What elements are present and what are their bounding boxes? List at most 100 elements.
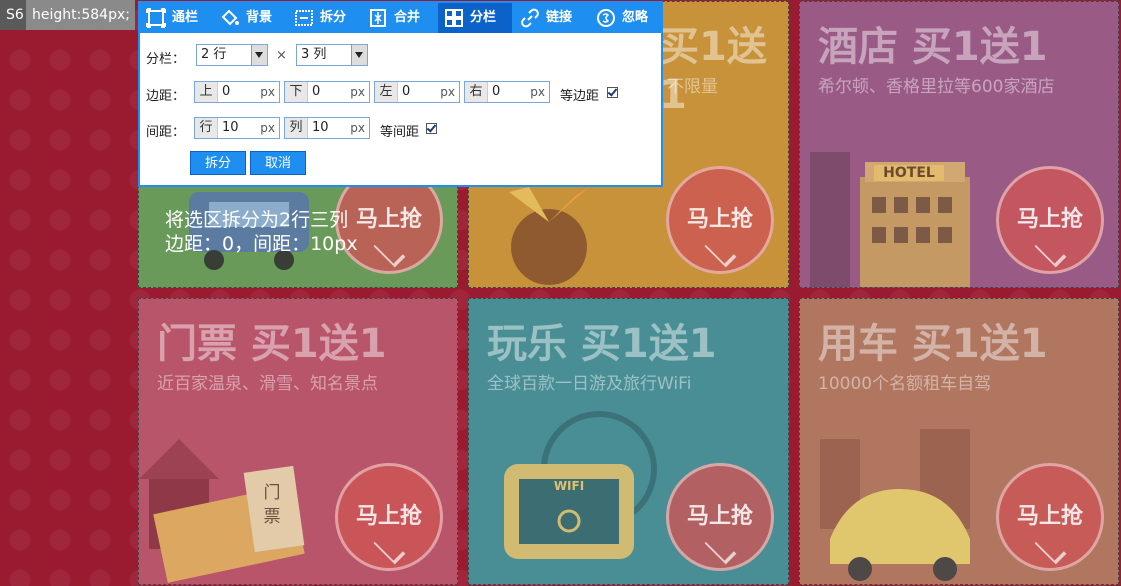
input-value: 10 xyxy=(222,120,239,135)
input-unit: px xyxy=(350,121,365,135)
input-prefix: 上 xyxy=(195,82,218,102)
chevron-down-icon xyxy=(251,45,267,65)
grab-now-button[interactable]: 马上抢 xyxy=(335,463,443,571)
spacing-label: 间距： xyxy=(146,125,186,140)
panel-subtitle: 10000个名额租车自驾 xyxy=(818,374,992,394)
promo-panel-4[interactable]: 玩乐 买1送1 全球百款一日游及旅行WiFi WIFI 马上抢 xyxy=(468,298,789,585)
toolbar-columns-button[interactable]: 分栏 xyxy=(438,3,512,33)
equal-margin-label: 等边距 xyxy=(560,89,600,104)
input-unit: px xyxy=(530,85,545,99)
chevron-down-icon xyxy=(373,532,405,565)
times-sign: × xyxy=(276,48,287,63)
caption-line-2: 边距：0，间距：10px xyxy=(165,233,358,255)
chevron-down-icon xyxy=(351,45,367,65)
link-icon xyxy=(521,8,539,28)
cols-select[interactable]: 3 列 xyxy=(296,44,368,66)
grab-now-button[interactable]: 马上抢 xyxy=(996,166,1104,274)
grid-icon xyxy=(445,9,463,27)
equal-spacing-checkbox[interactable] xyxy=(426,123,437,134)
panel-subtitle: 希尔顿、香格里拉等600家酒店 xyxy=(818,77,1055,97)
toolbar-ignore-button[interactable]: 忽略 xyxy=(590,3,661,33)
selector-badge: S6 xyxy=(0,0,26,30)
cols-select-value: 3 列 xyxy=(301,47,327,62)
toolbar-label: 分栏 xyxy=(470,10,497,25)
equal-margin-checkbox[interactable] xyxy=(607,87,618,98)
panel-subtitle: 不限量 xyxy=(667,77,718,97)
rows-select[interactable]: 2 行 xyxy=(196,44,268,66)
toolbar-label: 忽略 xyxy=(622,10,649,25)
coconut-drink-icon xyxy=(509,187,589,285)
equal-spacing-label: 等间距 xyxy=(380,125,420,140)
toolbar-full-width-button[interactable]: 通栏 xyxy=(140,3,212,33)
input-prefix: 左 xyxy=(375,82,398,102)
panel-title: 玩乐 买1送1 xyxy=(487,321,717,367)
input-prefix: 列 xyxy=(285,118,308,138)
panel-subtitle: 近百家温泉、滑雪、知名景点 xyxy=(157,374,378,394)
margin-bottom-input[interactable]: 下 0 px xyxy=(284,81,370,103)
cta-label: 马上抢 xyxy=(355,504,422,529)
cta-label: 马上抢 xyxy=(686,504,753,529)
input-value: 0 xyxy=(402,84,411,99)
toolbar-label: 合并 xyxy=(394,10,421,25)
rental-car-icon xyxy=(820,429,970,581)
ticket-illustration-icon xyxy=(139,439,305,583)
toolbar-background-button[interactable]: 背景 xyxy=(214,3,286,33)
margin-left-input[interactable]: 左 0 px xyxy=(374,81,460,103)
panel-title: 买1送1 xyxy=(659,24,767,118)
editor-toolbar: 通栏 背景 拆分 合并 分栏 链接 忽略 xyxy=(140,3,661,33)
col-spacing-input[interactable]: 列 10 px xyxy=(284,117,370,139)
panel-subtitle: 全球百款一日游及旅行WiFi xyxy=(487,374,692,394)
grab-now-button[interactable]: 马上抢 xyxy=(996,463,1104,571)
input-prefix: 行 xyxy=(195,118,218,138)
margin-top-input[interactable]: 上 0 px xyxy=(194,81,280,103)
input-unit: px xyxy=(260,121,275,135)
paint-bucket-icon xyxy=(221,9,239,26)
style-badge: height:584px; xyxy=(26,0,135,30)
input-value: 0 xyxy=(222,84,231,99)
chevron-down-icon xyxy=(704,235,736,268)
toolbar-link-button[interactable]: 链接 xyxy=(514,3,588,33)
columns-label: 分栏： xyxy=(146,52,186,67)
chevron-down-icon xyxy=(373,235,405,268)
panel-title: 门票 买1送1 xyxy=(157,321,387,367)
panel-title: 酒店 买1送1 xyxy=(818,24,1048,70)
chevron-down-icon xyxy=(704,532,736,565)
toolbar-label: 拆分 xyxy=(320,10,347,25)
input-prefix: 下 xyxy=(285,82,308,102)
column-split-dialog: 通栏 背景 拆分 合并 分栏 链接 忽略 分栏： 2 行 × 3 列 边距： 上… xyxy=(138,1,663,187)
margin-right-input[interactable]: 右 0 px xyxy=(464,81,550,103)
row-spacing-input[interactable]: 行 10 px xyxy=(194,117,280,139)
input-value: 0 xyxy=(312,84,321,99)
caption-line-1: 将选区拆分为2行三列 xyxy=(165,209,349,231)
toolbar-merge-button[interactable]: 合并 xyxy=(362,3,434,33)
promo-panel-3[interactable]: 门票 买1送1 近百家温泉、滑雪、知名景点 门票 马上抢 xyxy=(138,298,458,585)
rows-select-value: 2 行 xyxy=(201,47,227,62)
cta-label: 马上抢 xyxy=(1016,207,1083,232)
input-value: 10 xyxy=(312,120,329,135)
cta-label: 马上抢 xyxy=(686,207,753,232)
merge-icon xyxy=(370,9,386,27)
hotel-sign: HOTEL xyxy=(874,165,944,181)
split-icon xyxy=(295,10,313,26)
full-width-icon xyxy=(146,8,166,28)
grab-now-button[interactable]: 马上抢 xyxy=(666,166,774,274)
toolbar-label: 背景 xyxy=(246,10,273,25)
margin-label: 边距： xyxy=(146,89,186,104)
promo-panel-5[interactable]: 用车 买1送1 10000个名额租车自驾 马上抢 xyxy=(799,298,1119,585)
split-confirm-button[interactable]: 拆分 xyxy=(190,151,246,175)
chevron-down-icon xyxy=(1034,532,1066,565)
wifi-label: WIFI xyxy=(553,479,585,493)
promo-panel-2[interactable]: 酒店 买1送1 希尔顿、香格里拉等600家酒店 HOTEL 马上抢 xyxy=(799,1,1119,288)
panel-title: 用车 买1送1 xyxy=(818,321,1048,367)
input-prefix: 右 xyxy=(465,82,488,102)
cancel-button[interactable]: 取消 xyxy=(250,151,306,175)
chevron-down-icon xyxy=(1034,235,1066,268)
grab-now-button[interactable]: 马上抢 xyxy=(666,463,774,571)
input-unit: px xyxy=(350,85,365,99)
ignore-icon xyxy=(597,9,615,27)
input-unit: px xyxy=(440,85,455,99)
ticket-label: 门票 xyxy=(263,483,281,527)
split-preview-caption: 将选区拆分为2行三列 边距：0，间距：10px xyxy=(165,208,358,256)
input-value: 0 xyxy=(492,84,501,99)
toolbar-split-button[interactable]: 拆分 xyxy=(288,3,360,33)
